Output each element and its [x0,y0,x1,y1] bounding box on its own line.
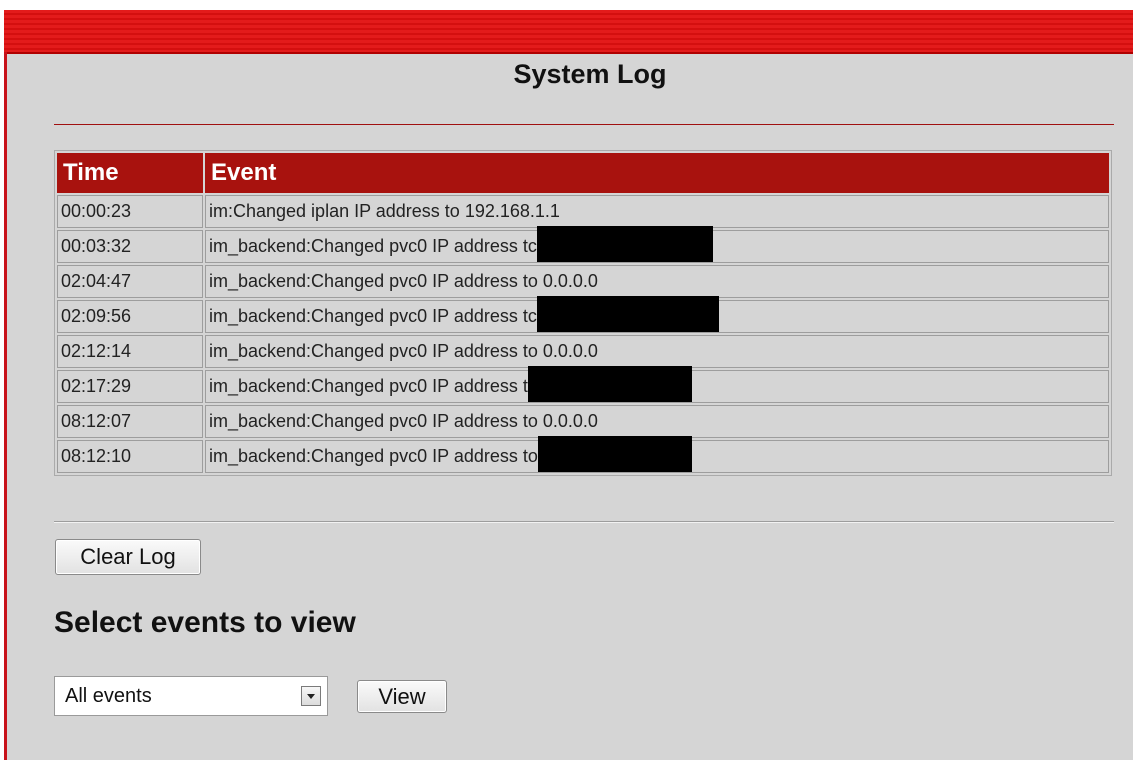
log-event-text: im_backend:Changed pvc0 IP address tc [209,305,537,326]
log-event-text: im:Changed iplan IP address to 192.168.1… [209,201,560,221]
redaction-block [527,365,692,402]
view-button[interactable]: View [357,680,447,713]
redaction-block [536,295,719,332]
system-log-table: Time Event 00:00:23 im:Changed iplan IP a… [54,150,1112,476]
main-content: System Log Time Event 00:00:23 im:Changed… [7,54,1133,760]
log-event-cell: im:Changed iplan IP address to 192.168.1… [205,195,1109,228]
select-events-heading: Select events to view [54,606,356,639]
log-event-text: im_backend:Changed pvc0 IP address tc [209,235,537,256]
table-row: 08:12:10 im_backend:Changed pvc0 IP addre… [57,435,1109,473]
log-event-cell: im_backend:Changed pvc0 IP address to [205,435,1109,473]
log-time-cell: 08:12:10 [57,440,203,473]
redaction-block [536,225,713,262]
router-admin-page: System Log Time Event 00:00:23 im:Changed… [0,0,1133,760]
log-rows: 00:00:23 im:Changed iplan IP address to 1… [57,195,1109,473]
table-row: 08:12:07 im_backend:Changed pvc0 IP addre… [57,405,1109,438]
table-row: 02:12:14 im_backend:Changed pvc0 IP addre… [57,335,1109,368]
log-event-text: im_backend:Changed pvc0 IP address to [209,445,538,466]
log-event-text: im_backend:Changed pvc0 IP address to 0.… [209,271,598,291]
table-divider [54,521,1114,523]
log-event-cell: im_backend:Changed pvc0 IP address to 0.… [205,265,1109,298]
log-time-cell: 02:04:47 [57,265,203,298]
log-time-cell: 00:03:32 [57,230,203,263]
table-row: 02:17:29 im_backend:Changed pvc0 IP addre… [57,365,1109,403]
title-divider [54,124,1114,125]
redaction-block [537,435,692,472]
log-time-cell: 02:17:29 [57,370,203,403]
log-event-text: im_backend:Changed pvc0 IP address t [209,375,528,396]
table-row: 02:04:47 im_backend:Changed pvc0 IP addre… [57,265,1109,298]
event-filter-value: All events [65,685,152,707]
log-time-cell: 02:09:56 [57,300,203,333]
log-event-cell: im_backend:Changed pvc0 IP address to 0.… [205,335,1109,368]
time-column-header: Time [57,153,203,193]
log-time-cell: 08:12:07 [57,405,203,438]
log-event-cell: im_backend:Changed pvc0 IP address to 0.… [205,405,1109,438]
clear-log-button[interactable]: Clear Log [55,539,201,575]
log-event-cell: im_backend:Changed pvc0 IP address t [205,365,1109,403]
log-event-text: im_backend:Changed pvc0 IP address to 0.… [209,341,598,361]
dropdown-arrow-icon[interactable] [301,686,321,706]
log-time-cell: 02:12:14 [57,335,203,368]
table-row: 02:09:56 im_backend:Changed pvc0 IP addre… [57,295,1109,333]
table-header-row: Time Event [57,153,1109,193]
log-event-cell: im_backend:Changed pvc0 IP address tc [205,295,1109,333]
event-column-header: Event [205,153,1109,193]
top-red-banner [4,10,1133,54]
log-event-text: im_backend:Changed pvc0 IP address to 0.… [209,411,598,431]
table-row: 00:00:23 im:Changed iplan IP address to 1… [57,195,1109,228]
table-row: 00:03:32 im_backend:Changed pvc0 IP addre… [57,225,1109,263]
log-event-cell: im_backend:Changed pvc0 IP address tc [205,225,1109,263]
log-time-cell: 00:00:23 [57,195,203,228]
page-title: System Log [513,59,667,89]
event-filter-select[interactable]: All events [54,676,328,716]
